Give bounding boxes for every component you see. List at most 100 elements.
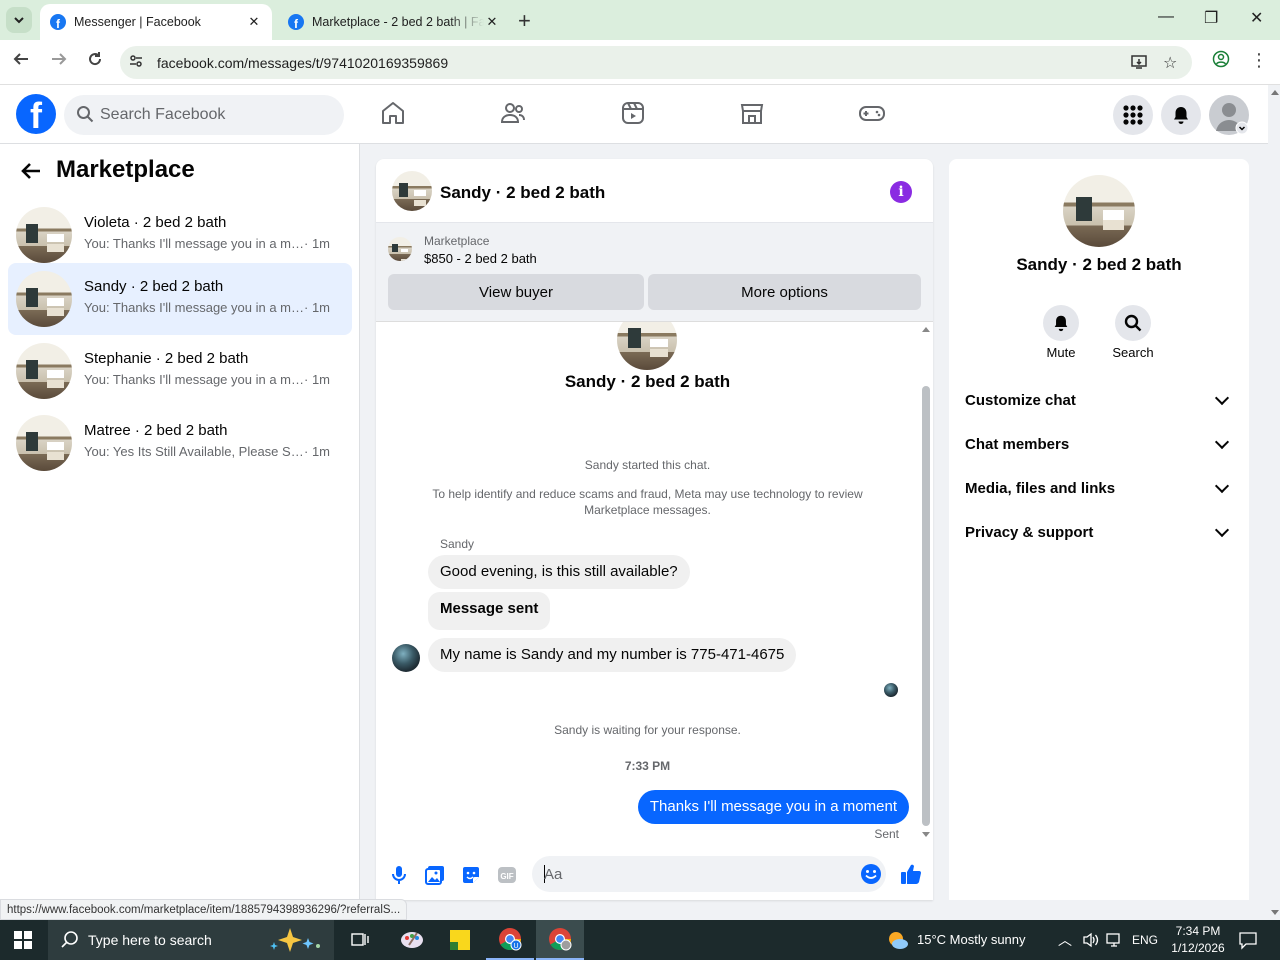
- notification-center-icon[interactable]: [1238, 930, 1258, 950]
- reload-icon[interactable]: [86, 50, 104, 73]
- show-hidden-icons-icon[interactable]: ︿: [1058, 930, 1072, 950]
- conversation-time: · 1m: [304, 236, 330, 251]
- emoji-icon[interactable]: [860, 863, 882, 885]
- sender-avatar[interactable]: [392, 644, 420, 672]
- privacy-support-section[interactable]: Privacy & support: [965, 510, 1233, 554]
- customize-chat-section[interactable]: Customize chat: [965, 378, 1233, 422]
- chevron-down-icon: [1214, 434, 1230, 450]
- photo-icon[interactable]: [424, 864, 446, 886]
- task-view-icon[interactable]: [336, 920, 384, 960]
- account-avatar[interactable]: [1209, 95, 1249, 135]
- restore-icon[interactable]: ❐: [1204, 8, 1218, 28]
- conversation-item[interactable]: Stephanie · 2 bed 2 bath You: Thanks I'l…: [8, 335, 352, 407]
- scroll-up-icon[interactable]: [1271, 90, 1279, 95]
- notifications-button[interactable]: [1161, 95, 1201, 135]
- gaming-icon[interactable]: [858, 99, 886, 127]
- marketplace-icon[interactable]: [738, 99, 766, 127]
- facebook-search[interactable]: [64, 95, 344, 135]
- minimize-icon[interactable]: —: [1158, 8, 1174, 26]
- volume-icon[interactable]: [1082, 932, 1100, 948]
- video-icon[interactable]: [619, 99, 647, 127]
- listing-label: Marketplace: [424, 234, 490, 248]
- view-buyer-button[interactable]: View buyer: [388, 274, 644, 310]
- network-icon[interactable]: [1106, 932, 1124, 948]
- search-icon: [77, 106, 94, 123]
- back-icon[interactable]: [12, 50, 30, 73]
- facebook-logo-icon[interactable]: f: [16, 94, 56, 134]
- message-input[interactable]: [544, 856, 844, 892]
- menu-grid-button[interactable]: [1113, 95, 1153, 135]
- tab-marketplace[interactable]: f Marketplace - 2 bed 2 bath | Fa ✕: [278, 4, 510, 40]
- forward-icon[interactable]: [50, 50, 68, 73]
- tab-messenger[interactable]: f Messenger | Facebook ✕: [40, 4, 272, 40]
- message-input-box[interactable]: [532, 856, 886, 892]
- mute-action[interactable]: Mute: [1031, 305, 1091, 360]
- omnibox[interactable]: facebook.com/messages/t/9741020169359869…: [120, 46, 1192, 79]
- incoming-message[interactable]: Message sent: [428, 592, 551, 630]
- sticky-notes-icon[interactable]: [436, 920, 484, 960]
- microphone-icon[interactable]: [388, 864, 410, 886]
- search-input[interactable]: [100, 95, 330, 135]
- taskbar-search-placeholder: Type here to search: [88, 932, 212, 948]
- language-indicator[interactable]: ENG: [1132, 933, 1158, 947]
- clock[interactable]: 7:34 PM 1/12/2026: [1166, 923, 1230, 957]
- search-icon: [61, 931, 78, 948]
- tab-title: Marketplace - 2 bed 2 bath | Fa: [312, 15, 484, 29]
- chat-members-section[interactable]: Chat members: [965, 422, 1233, 466]
- close-tab-icon[interactable]: ✕: [484, 14, 500, 30]
- outgoing-message[interactable]: Thanks I'll message you in a moment: [637, 790, 909, 824]
- chrome-app-active-icon[interactable]: [536, 920, 584, 960]
- link-status-url: https://www.facebook.com/marketplace/ite…: [0, 899, 408, 920]
- scroll-down-icon[interactable]: [922, 832, 930, 837]
- new-tab-icon[interactable]: +: [518, 8, 531, 34]
- chevron-down-icon: [1214, 390, 1230, 406]
- paint-app-icon[interactable]: [388, 920, 436, 960]
- section-label: Privacy & support: [965, 523, 1094, 541]
- browser-menu-icon[interactable]: ⋮: [1250, 50, 1268, 71]
- section-label: Customize chat: [965, 391, 1076, 409]
- gif-icon[interactable]: GIF: [496, 864, 518, 886]
- chat-title[interactable]: Sandy · 2 bed 2 bath: [440, 183, 605, 203]
- tab-title: Messenger | Facebook: [74, 15, 201, 29]
- bookmark-star-icon[interactable]: ☆: [1163, 53, 1177, 73]
- thread-scrollbar[interactable]: [919, 322, 933, 842]
- chrome-app-icon[interactable]: U: [486, 920, 534, 960]
- friends-icon[interactable]: [499, 99, 527, 127]
- message-composer: GIF: [376, 842, 933, 900]
- taskbar-search[interactable]: Type here to search: [48, 920, 334, 960]
- back-arrow-icon[interactable]: [20, 160, 42, 182]
- page-scrollbar[interactable]: [1268, 85, 1280, 920]
- listing-title[interactable]: $850 - 2 bed 2 bath: [424, 251, 537, 266]
- thumbs-up-icon[interactable]: [899, 862, 923, 886]
- conversation-item[interactable]: Matree · 2 bed 2 bath You: Yes Its Still…: [8, 407, 352, 479]
- tab-search-dropdown[interactable]: [6, 7, 32, 33]
- scroll-down-icon[interactable]: [1271, 910, 1279, 915]
- page-title: Marketplace: [56, 156, 195, 183]
- search-label: Search: [1112, 345, 1154, 360]
- info-icon[interactable]: i: [890, 181, 912, 203]
- install-app-icon[interactable]: [1130, 53, 1148, 76]
- chat-avatar[interactable]: [392, 171, 432, 211]
- sticker-icon[interactable]: [460, 864, 482, 886]
- conversation-item[interactable]: Violeta · 2 bed 2 bath You: Thanks I'll …: [8, 199, 352, 271]
- close-tab-icon[interactable]: ✕: [246, 14, 262, 30]
- weather-sunny-icon[interactable]: [886, 928, 910, 952]
- profile-icon[interactable]: [1212, 50, 1230, 73]
- conversation-item-selected[interactable]: Sandy · 2 bed 2 bath You: Thanks I'll me…: [8, 263, 352, 335]
- incoming-message[interactable]: Good evening, is this still available?: [428, 555, 690, 589]
- conversation-preview: You: Yes Its Still Available, Please Sen…: [84, 444, 304, 459]
- home-icon[interactable]: [379, 99, 407, 127]
- search-action[interactable]: Search: [1103, 305, 1163, 360]
- close-window-icon[interactable]: ✕: [1250, 8, 1263, 28]
- media-files-links-section[interactable]: Media, files and links: [965, 466, 1233, 510]
- conversation-time: · 1m: [304, 372, 330, 387]
- scroll-thumb[interactable]: [922, 386, 930, 826]
- incoming-message[interactable]: My name is Sandy and my number is 775-47…: [428, 638, 797, 672]
- conversation-name: Matree · 2 bed 2 bath: [84, 422, 228, 439]
- windows-start-icon[interactable]: [14, 931, 32, 949]
- site-settings-icon[interactable]: [128, 53, 146, 71]
- listing-thumbnail: [16, 343, 72, 399]
- scroll-up-icon[interactable]: [922, 327, 930, 332]
- weather-text[interactable]: 15°C Mostly sunny: [917, 932, 1026, 947]
- more-options-button[interactable]: More options: [648, 274, 921, 310]
